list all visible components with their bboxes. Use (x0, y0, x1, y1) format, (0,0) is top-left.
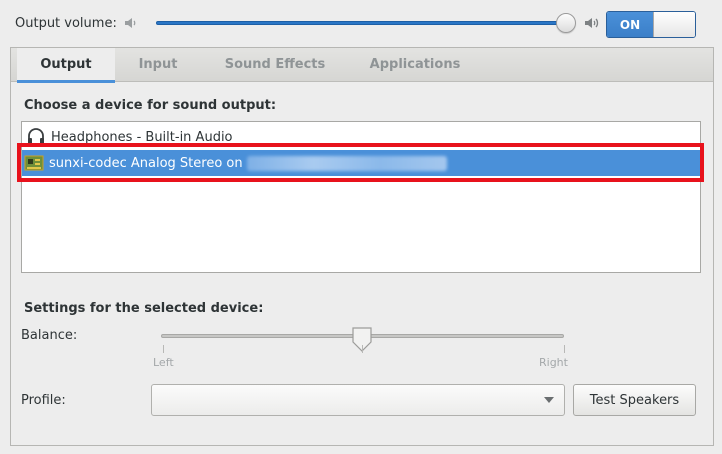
output-volume-label: Output volume: (15, 16, 117, 31)
balance-left-label: Left (153, 356, 174, 369)
tab-applications[interactable]: Applications (357, 48, 473, 82)
speaker-low-icon (125, 18, 136, 28)
test-speakers-button[interactable]: Test Speakers (573, 384, 696, 416)
device-settings-heading: Settings for the selected device: (24, 301, 264, 316)
output-volume-slider-handle[interactable] (556, 13, 576, 33)
balance-tick-left (163, 345, 164, 353)
sound-settings-notebook: Output Input Sound Effects Applications … (10, 47, 714, 446)
balance-tick-right (564, 345, 565, 353)
profile-dropdown[interactable] (151, 384, 565, 416)
switch-handle[interactable] (653, 12, 695, 37)
balance-label: Balance: (21, 328, 78, 343)
tab-sound-effects[interactable]: Sound Effects (211, 48, 339, 82)
balance-tick-center (362, 345, 363, 353)
balance-right-label: Right (539, 356, 568, 369)
tab-bar: Output Input Sound Effects Applications (11, 48, 713, 83)
tab-output[interactable]: Output (17, 48, 115, 83)
chevron-down-icon (544, 397, 554, 403)
switch-on-label: ON (607, 12, 653, 37)
selection-highlight-box (17, 143, 704, 182)
choose-device-heading: Choose a device for sound output: (24, 98, 277, 113)
tab-input[interactable]: Input (123, 48, 193, 82)
profile-label: Profile: (21, 393, 66, 408)
output-volume-slider-track[interactable] (156, 21, 568, 25)
speaker-high-icon (585, 18, 599, 28)
mute-toggle-switch[interactable]: ON (606, 11, 696, 38)
